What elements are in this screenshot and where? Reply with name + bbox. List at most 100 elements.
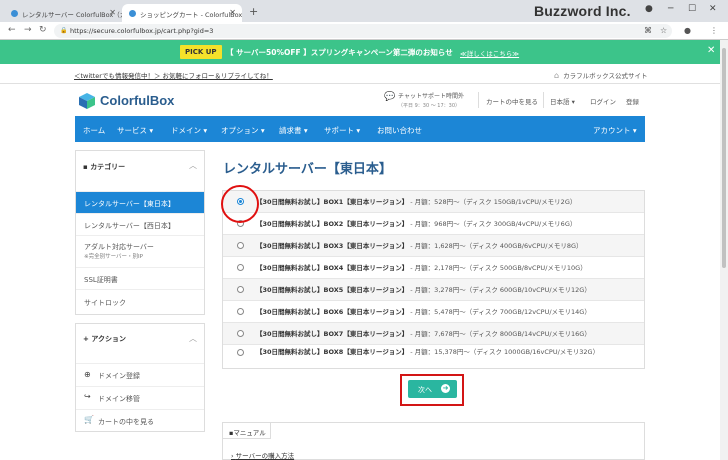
colorfulbox-logo-icon[interactable] <box>78 92 96 110</box>
banner-details-link[interactable]: ≪詳しくはこちら≫ <box>460 48 519 58</box>
browser-tab-active[interactable]: ショッピングカート - ColorfulBox ✕ <box>122 4 242 22</box>
globe-icon: ⊕ <box>84 370 91 379</box>
maximize-icon[interactable]: ☐ <box>688 4 696 14</box>
category-title: ▪ カテゴリー <box>83 163 126 171</box>
language-selector[interactable]: 日本語 ▾ <box>550 96 575 106</box>
plan-radio[interactable] <box>237 286 244 293</box>
plan-options: 【30日間無料お試し】BOX1【東日本リージョン】 - 月額：528円～（ディス… <box>222 191 645 369</box>
sidebar-item-east[interactable]: レンタルサーバー【東日本】 <box>76 191 204 213</box>
chat-status-line2: （平日 9：30 ～ 17：30） <box>398 103 461 109</box>
nav-contact[interactable]: お問い合わせ <box>377 125 422 136</box>
action-panel: + アクション ︿ ⊕ ドメイン登録 ↪ ドメイン移管 🛒 カートの中を見る <box>75 323 205 432</box>
plan-radio[interactable] <box>237 242 244 249</box>
login-link[interactable]: ログイン <box>590 96 616 106</box>
plan-option[interactable]: 【30日間無料お試し】BOX2【東日本リージョン】 - 月額：968円～（ディス… <box>223 213 644 235</box>
twitter-link[interactable]: ＜twitterでも情報発信中！＞ お気軽にフォロー＆リプライしてね！ <box>74 70 273 80</box>
divider <box>478 92 479 108</box>
chevron-up-icon[interactable]: ︿ <box>189 160 197 171</box>
nav-invoice[interactable]: 請求書 ▾ <box>279 125 308 136</box>
plan-option[interactable]: 【30日間無料お試し】BOX5【東日本リージョン】 - 月額：3,278円～（デ… <box>223 279 644 301</box>
arrow-right-icon: ➜ <box>441 384 450 393</box>
forward-icon[interactable]: → <box>24 25 32 35</box>
plan-label: 【30日間無料お試し】BOX5【東日本リージョン】 - 月額：3,278円～（デ… <box>256 286 591 294</box>
minimize-icon[interactable]: ─ <box>668 4 673 14</box>
view-cart-link[interactable]: カートの中を見る <box>486 96 538 106</box>
home-icon: ⌂ <box>554 71 560 80</box>
category-panel: ▪ カテゴリー ︿ レンタルサーバー【東日本】 レンタルサーバー【西日本】 アダ… <box>75 150 205 315</box>
official-site-link[interactable]: ⌂ カラフルボックス公式サイト <box>554 70 647 80</box>
scrollbar-thumb[interactable] <box>722 48 726 268</box>
plan-radio[interactable] <box>237 308 244 315</box>
action-domain-transfer[interactable]: ↪ ドメイン移管 <box>76 386 204 409</box>
banner-close-icon[interactable]: ✕ <box>707 45 715 56</box>
close-icon[interactable]: ✕ <box>109 8 116 17</box>
main-nav: ホーム サービス ▾ ドメイン ▾ オプション ▾ 請求書 ▾ サポート ▾ お… <box>75 116 645 142</box>
action-view-cart[interactable]: 🛒 カートの中を見る <box>76 409 204 432</box>
sidebar-item-adult[interactable]: アダルト対応サーバー ※完全別サーバー・別IP <box>76 235 204 267</box>
chevron-up-icon[interactable]: ︿ <box>189 333 197 344</box>
url-field[interactable]: 🔒 https://secure.colorfulbox.jp/cart.php… <box>54 24 672 38</box>
plan-label: 【30日間無料お試し】BOX8【東日本リージョン】 - 月額：15,378円～（… <box>256 348 600 356</box>
action-title: + アクション <box>83 335 126 343</box>
plan-option[interactable]: 【30日間無料お試し】BOX6【東日本リージョン】 - 月額：5,478円～（デ… <box>223 301 644 323</box>
browser-tab-bar: レンタルサーバー ColorfulBox（カラフ ✕ ショッピングカート - C… <box>0 0 728 22</box>
browser-tab[interactable]: レンタルサーバー ColorfulBox（カラフ ✕ <box>4 4 122 22</box>
plan-option[interactable]: 【30日間無料お試し】BOX7【東日本リージョン】 - 月額：7,678円～（デ… <box>223 323 644 345</box>
action-domain-register[interactable]: ⊕ ドメイン登録 <box>76 363 204 386</box>
share-icon: ↪ <box>84 392 91 401</box>
lock-icon: 🔒 <box>60 27 68 34</box>
tab-label: ショッピングカート - ColorfulBox <box>140 11 242 19</box>
manual-tab[interactable]: ▪マニュアル <box>223 423 271 439</box>
scrollbar[interactable] <box>720 40 728 460</box>
sidebar-item-west[interactable]: レンタルサーバー【西日本】 <box>76 213 204 235</box>
favicon-icon <box>11 10 18 17</box>
page-title: レンタルサーバー【東日本】 <box>223 162 392 177</box>
nav-account[interactable]: アカウント ▾ <box>593 125 637 136</box>
plan-option[interactable]: 【30日間無料お試し】BOX1【東日本リージョン】 - 月額：528円～（ディス… <box>223 191 644 213</box>
sidebar-item-ssl[interactable]: SSL証明書 <box>76 267 204 289</box>
manual-link[interactable]: › サーバーの購入方法 <box>231 450 294 460</box>
plan-label: 【30日間無料お試し】BOX4【東日本リージョン】 - 月額：2,178円～（デ… <box>256 264 587 272</box>
profile-icon[interactable]: ● <box>645 4 653 14</box>
action-label: ドメイン登録 <box>98 372 140 380</box>
reload-icon[interactable]: ↻ <box>39 25 47 35</box>
tab-label: レンタルサーバー ColorfulBox（カラフ <box>22 11 122 19</box>
next-button[interactable]: 次へ ➜ <box>408 380 457 398</box>
nav-home[interactable]: ホーム <box>83 125 105 136</box>
chat-status-line1: チャットサポート時間外 <box>398 93 464 100</box>
plan-option[interactable]: 【30日間無料お試し】BOX8【東日本リージョン】 - 月額：15,378円～（… <box>223 345 644 369</box>
banner-text: 【 サーバー50%OFF 】スプリングキャンペーン第二弾のお知らせ <box>226 48 453 57</box>
plan-label: 【30日間無料お試し】BOX3【東日本リージョン】 - 月額：1,628円～（デ… <box>256 242 583 250</box>
plan-radio[interactable] <box>237 330 244 337</box>
cart-icon: 🛒 <box>84 415 94 424</box>
menu-dots-icon[interactable]: ⋮ <box>710 26 718 35</box>
star-icon[interactable]: ☆ <box>660 26 667 35</box>
plan-option[interactable]: 【30日間無料お試し】BOX3【東日本リージョン】 - 月額：1,628円～（デ… <box>223 235 644 257</box>
pickup-badge: PICK UP <box>180 45 222 59</box>
plan-label: 【30日間無料お試し】BOX7【東日本リージョン】 - 月額：7,678円～（デ… <box>256 330 591 338</box>
official-site-label: カラフルボックス公式サイト <box>563 72 648 80</box>
action-label: ドメイン移管 <box>98 395 140 403</box>
chat-icon: 💬 <box>384 92 396 102</box>
nav-service[interactable]: サービス ▾ <box>117 125 153 136</box>
nav-domain[interactable]: ドメイン ▾ <box>171 125 207 136</box>
profile-avatar-icon[interactable]: ● <box>684 26 691 35</box>
logo-text[interactable]: ColorfulBox <box>100 93 174 108</box>
new-tab-icon[interactable]: + <box>249 5 258 18</box>
nav-option[interactable]: オプション ▾ <box>221 125 265 136</box>
plan-label: 【30日間無料お試し】BOX2【東日本リージョン】 - 月額：968円～（ディス… <box>256 220 577 228</box>
plan-label: 【30日間無料お試し】BOX6【東日本リージョン】 - 月額：5,478円～（デ… <box>256 308 591 316</box>
back-icon[interactable]: ← <box>8 25 16 35</box>
translate-icon[interactable]: ⌘ <box>644 26 652 35</box>
plan-radio[interactable] <box>237 264 244 271</box>
sidebar-item-label: アダルト対応サーバー <box>84 243 154 251</box>
nav-support[interactable]: サポート ▾ <box>324 125 360 136</box>
plan-label: 【30日間無料お試し】BOX1【東日本リージョン】 - 月額：528円～（ディス… <box>256 198 577 206</box>
register-link[interactable]: 登録 <box>626 96 639 106</box>
window-close-icon[interactable]: ✕ <box>709 4 717 14</box>
close-icon[interactable]: ✕ <box>229 8 236 17</box>
plan-option[interactable]: 【30日間無料お試し】BOX4【東日本リージョン】 - 月額：2,178円～（デ… <box>223 257 644 279</box>
sidebar-item-sitelock[interactable]: サイトロック <box>76 289 204 313</box>
site-header: ColorfulBox 💬 チャットサポート時間外 （平日 9：30 ～ 17：… <box>0 84 728 116</box>
plan-radio[interactable] <box>237 349 244 356</box>
